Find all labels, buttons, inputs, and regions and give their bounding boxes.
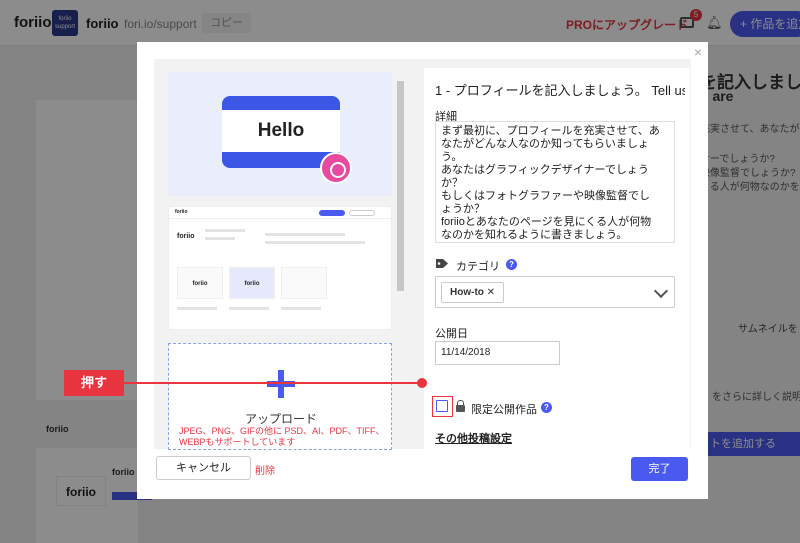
hello-badge-illustration: Hello — [222, 96, 340, 168]
screenshot-text-line — [265, 241, 365, 244]
cancel-button[interactable]: キャンセル — [156, 456, 251, 480]
plus-icon[interactable] — [267, 370, 295, 398]
upload-label: アップロード — [244, 412, 317, 426]
more-settings-link[interactable]: その他投稿設定 — [435, 430, 512, 446]
screenshot-text-line — [265, 233, 345, 236]
upload-dropzone[interactable]: アップロード JPEG、PNG、GIFの他に PSD、AI、PDF、TIFF、W… — [168, 343, 392, 450]
screenshot-tile: foriio — [229, 267, 275, 299]
screenshot-caption — [281, 307, 321, 310]
category-select[interactable]: How-to ✕ — [435, 276, 675, 308]
push-annotation-label: 押す — [64, 370, 124, 396]
scrollbar-thumb[interactable] — [397, 81, 404, 291]
annotation-pointer-dot — [417, 378, 427, 388]
form-title: 1 - プロフィールを記入しましょう。 Tell us who you are — [435, 83, 685, 98]
media-panel-scrollbar[interactable] — [396, 71, 405, 441]
preview-image-hello[interactable]: Hello — [168, 72, 392, 196]
screenshot-tile — [281, 267, 327, 299]
publish-date-input[interactable]: 11/14/2018 — [435, 341, 560, 365]
screenshot-outline-button — [349, 210, 375, 216]
done-button[interactable]: 完了 — [631, 457, 688, 481]
screenshot-tile: foriio — [177, 267, 223, 299]
annotation-pointer-line — [124, 382, 420, 384]
edit-work-modal: × Hello foriio foriio foriio foriio アップロ… — [137, 42, 708, 499]
details-form: 1 - プロフィールを記入しましょう。 Tell us who you are … — [424, 68, 690, 450]
close-icon[interactable]: × — [694, 44, 702, 60]
screenshot-caption — [229, 307, 269, 310]
limited-publish-label: 限定公開作品 — [471, 404, 537, 416]
screenshot-header: foriio — [169, 207, 393, 219]
preview-image-screenshot[interactable]: foriio foriio foriio foriio — [168, 206, 393, 330]
tag-icon — [436, 259, 448, 268]
screenshot-logo: foriio — [175, 209, 188, 215]
chevron-down-icon[interactable] — [653, 283, 669, 299]
media-panel: Hello foriio foriio foriio foriio アップロード… — [154, 72, 406, 450]
checkbox-highlight-frame — [432, 396, 453, 417]
hello-text: Hello — [222, 110, 340, 152]
screenshot-text-line — [205, 229, 245, 232]
limited-publish-checkbox[interactable] — [436, 400, 448, 412]
user-icon — [320, 152, 352, 184]
screenshot-text-line — [205, 237, 235, 240]
delete-button[interactable]: 削除 — [255, 462, 275, 477]
details-text: まず最初に、プロフィールを充実させて、あなたがどんな人なのか知ってもらいましょう… — [441, 125, 660, 241]
details-textarea[interactable]: まず最初に、プロフィールを充実させて、あなたがどんな人なのか知ってもらいましょう… — [435, 121, 675, 243]
category-help-icon[interactable]: ? — [506, 259, 517, 270]
screenshot-caption — [177, 307, 217, 310]
screenshot-profile-logo: foriio — [177, 233, 195, 240]
limited-help-icon[interactable]: ? — [541, 402, 552, 413]
screenshot-blue-button — [319, 210, 345, 216]
lock-icon — [456, 400, 465, 412]
category-chip-how-to[interactable]: How-to ✕ — [441, 282, 505, 303]
publish-date-label: 公開日 — [435, 328, 468, 340]
upload-format-hint: JPEG、PNG、GIFの他に PSD、AI、PDF、TIFF、WEBPもサポー… — [179, 426, 385, 447]
category-label: カテゴリ — [456, 261, 500, 273]
